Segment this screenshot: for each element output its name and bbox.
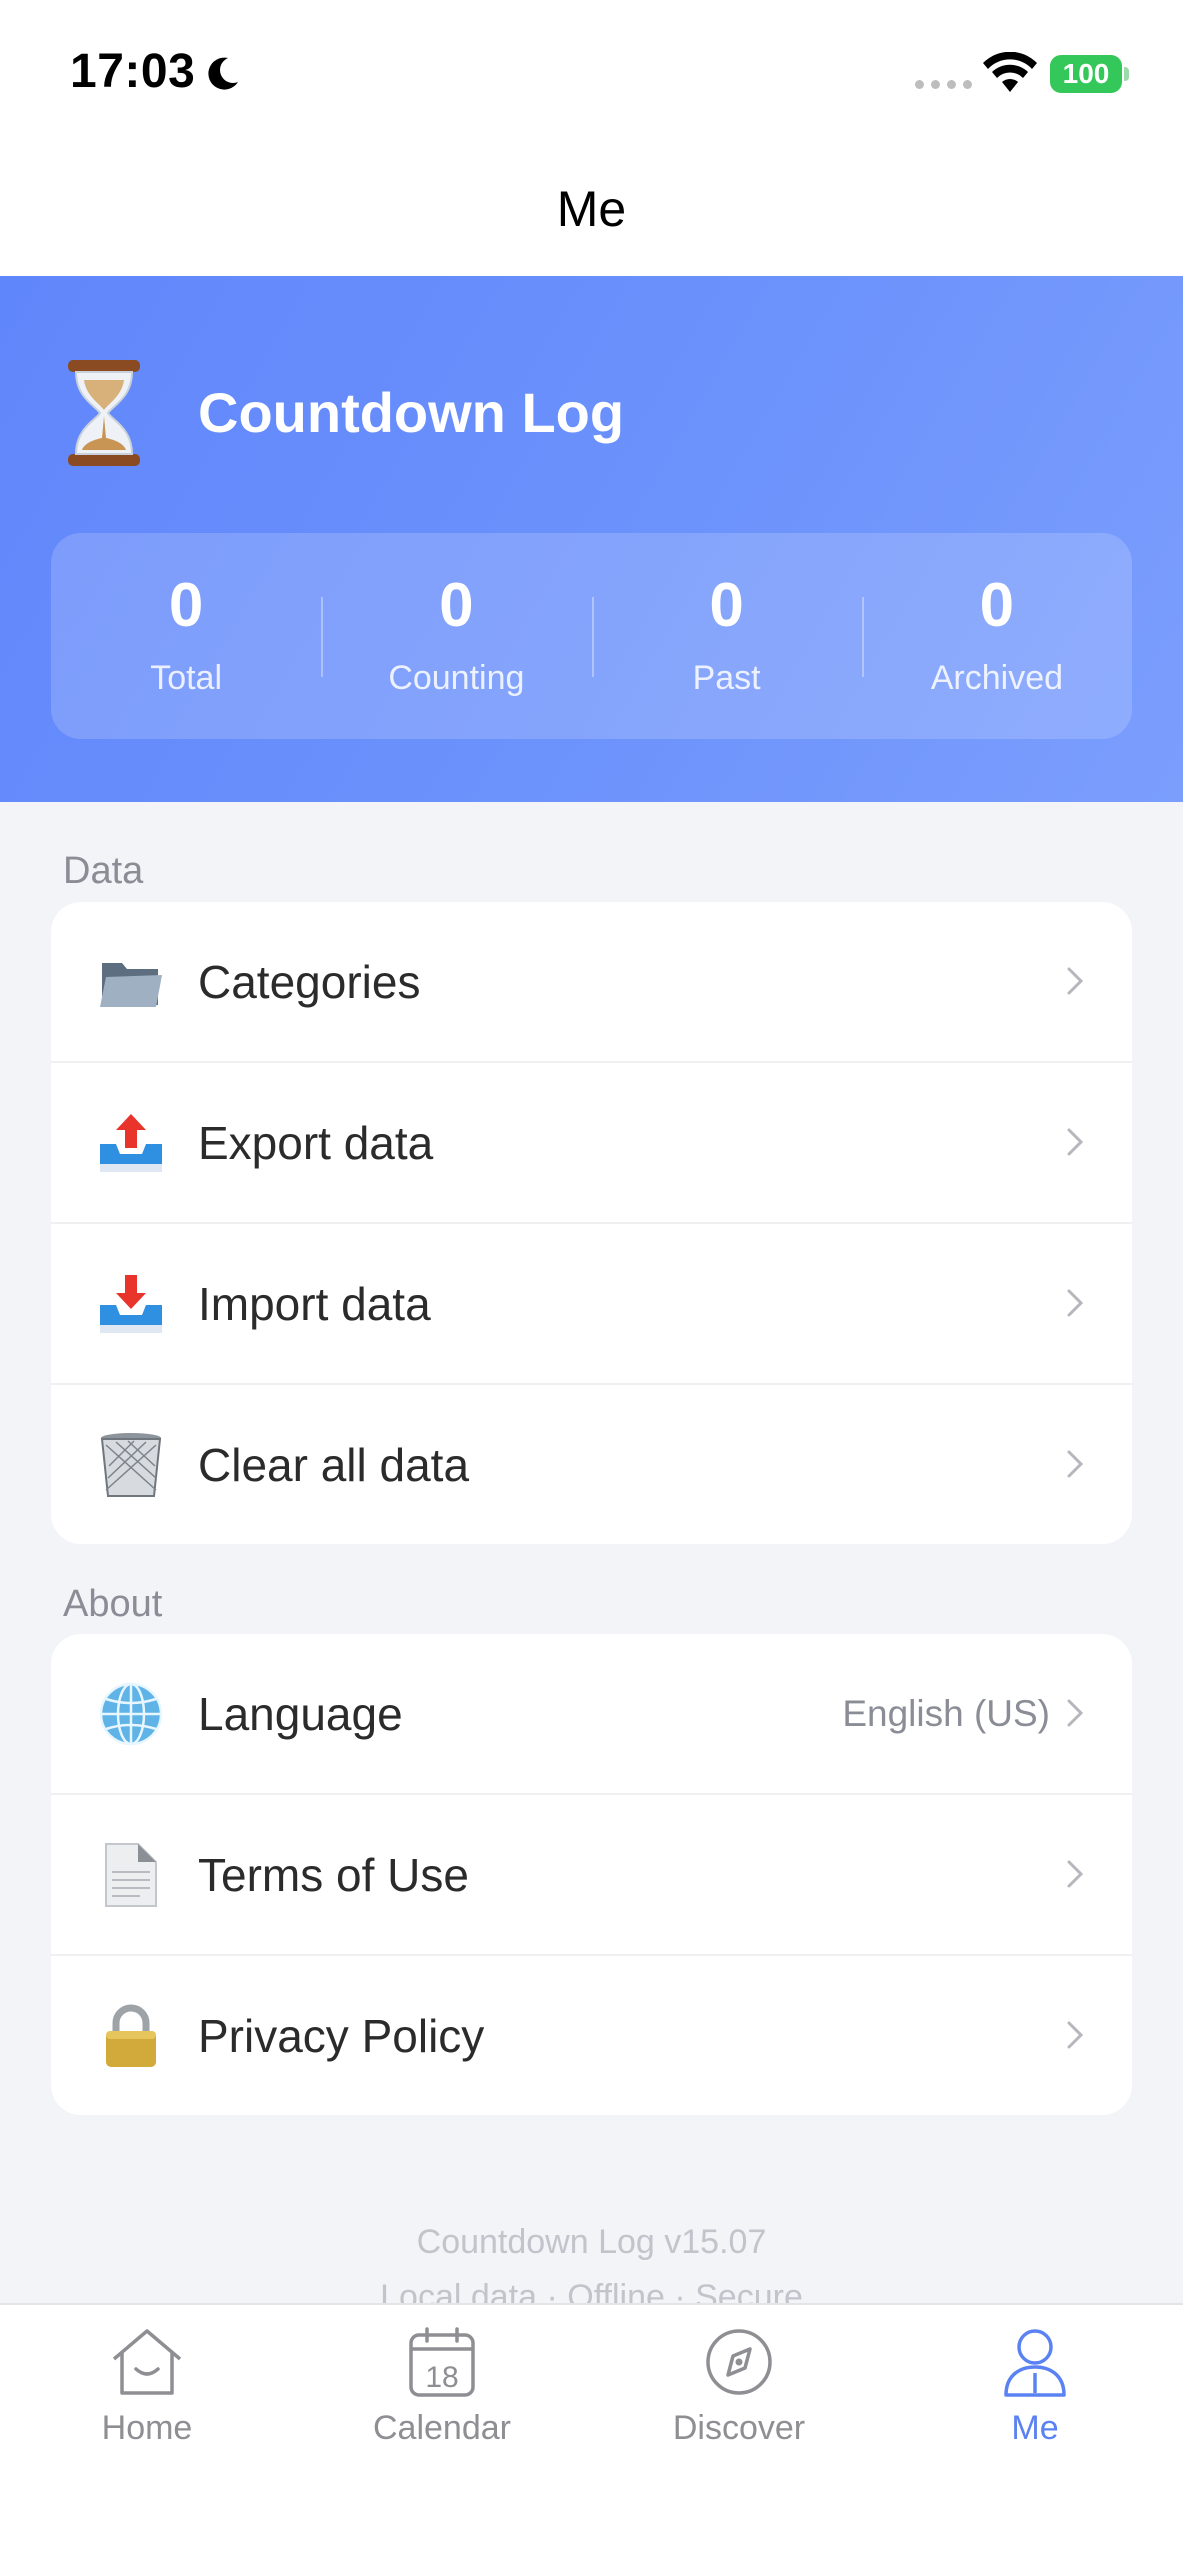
- row-label: Language: [198, 1687, 403, 1740]
- clear-all-data-row[interactable]: Clear all data: [51, 1383, 1132, 1544]
- chevron-right-icon: [1067, 967, 1084, 995]
- lock-icon: [106, 2004, 156, 2067]
- tab-label: Discover: [672, 2409, 806, 2447]
- row-label: Terms of Use: [198, 1848, 469, 1901]
- compass-icon: [706, 2329, 772, 2395]
- tab-home[interactable]: Home: [47, 2325, 247, 2448]
- status-bar: 17:03 100: [0, 0, 1183, 150]
- moon-icon: [208, 57, 238, 90]
- stat-value: 0: [709, 571, 744, 640]
- stat-counting: 0 Counting: [321, 533, 591, 739]
- stat-total: 0 Total: [51, 533, 321, 739]
- stats-panel: 0 Total 0 Counting 0 Past 0 Archived: [51, 533, 1132, 739]
- stat-label: Total: [150, 659, 223, 697]
- globe-icon: [99, 1682, 163, 1746]
- app-version: Countdown Log v15.07: [416, 2223, 767, 2261]
- outbox-icon: [100, 1114, 162, 1172]
- trash-icon: [100, 1433, 162, 1497]
- status-time: 17:03: [70, 45, 196, 98]
- stat-past: 0 Past: [591, 533, 862, 739]
- stat-value: 0: [439, 571, 474, 640]
- stat-label: Archived: [930, 659, 1064, 697]
- row-label: Categories: [198, 955, 421, 1008]
- calendar-day: 18: [425, 2361, 458, 2394]
- nav-bar: Me: [0, 150, 1183, 276]
- export-data-row[interactable]: Export data: [51, 1061, 1132, 1222]
- chevron-right-icon: [1067, 1289, 1084, 1317]
- chevron-right-icon: [1067, 1450, 1084, 1478]
- tab-me[interactable]: Me: [935, 2325, 1135, 2448]
- tab-label: Me: [1011, 2409, 1059, 2447]
- tab-bar: Home 18 Calendar Discover Me: [0, 2303, 1183, 2562]
- battery-tip: [1124, 67, 1129, 81]
- stat-value: 0: [979, 571, 1015, 640]
- chevron-right-icon: [1067, 1860, 1084, 1888]
- tab-discover[interactable]: Discover: [639, 2325, 839, 2448]
- chevron-right-icon: [1067, 1699, 1084, 1727]
- battery-icon: 100: [1050, 55, 1122, 93]
- folder-icon: [100, 963, 162, 1007]
- stat-archived: 0 Archived: [861, 533, 1132, 739]
- about-card: Language English (US) Terms of Use Priva…: [51, 1634, 1132, 2115]
- stat-value: 0: [168, 571, 204, 640]
- import-data-row[interactable]: Import data: [51, 1222, 1132, 1383]
- home-icon: [112, 2329, 182, 2395]
- inbox-icon: [100, 1275, 162, 1333]
- wifi-icon: [983, 52, 1037, 92]
- section-title-data: Data: [63, 850, 144, 892]
- tab-label: Home: [101, 2409, 193, 2447]
- profile-header: Countdown Log 0 Total 0 Counting 0 Past …: [0, 276, 1183, 802]
- chevron-right-icon: [1067, 1128, 1084, 1156]
- chevron-right-icon: [1067, 2021, 1084, 2049]
- page-title: Me: [556, 181, 627, 237]
- language-value: English (US): [842, 1692, 1050, 1734]
- terms-of-use-row[interactable]: Terms of Use: [51, 1793, 1132, 1954]
- data-card: Categories Export data Import data Clear…: [51, 902, 1132, 1544]
- tab-label: Calendar: [373, 2409, 511, 2447]
- stat-label: Counting: [388, 659, 525, 697]
- row-label: Export data: [198, 1116, 434, 1169]
- battery-level: 100: [1062, 58, 1110, 89]
- section-title-about: About: [63, 1583, 163, 1625]
- document-icon: [105, 1843, 157, 1907]
- stat-label: Past: [692, 659, 761, 697]
- calendar-icon: 18: [409, 2327, 475, 2397]
- app-name: Countdown Log: [198, 381, 625, 444]
- language-row[interactable]: Language English (US): [51, 1634, 1132, 1793]
- privacy-policy-row[interactable]: Privacy Policy: [51, 1954, 1132, 2115]
- row-label: Clear all data: [198, 1438, 470, 1491]
- row-label: Import data: [198, 1277, 431, 1330]
- row-label: Privacy Policy: [198, 2009, 485, 2062]
- cellular-signal-icon: [915, 80, 972, 89]
- hourglass-icon: [68, 360, 140, 466]
- person-icon: [1004, 2329, 1066, 2397]
- categories-row[interactable]: Categories: [51, 902, 1132, 1061]
- tab-calendar[interactable]: 18 Calendar: [342, 2325, 542, 2448]
